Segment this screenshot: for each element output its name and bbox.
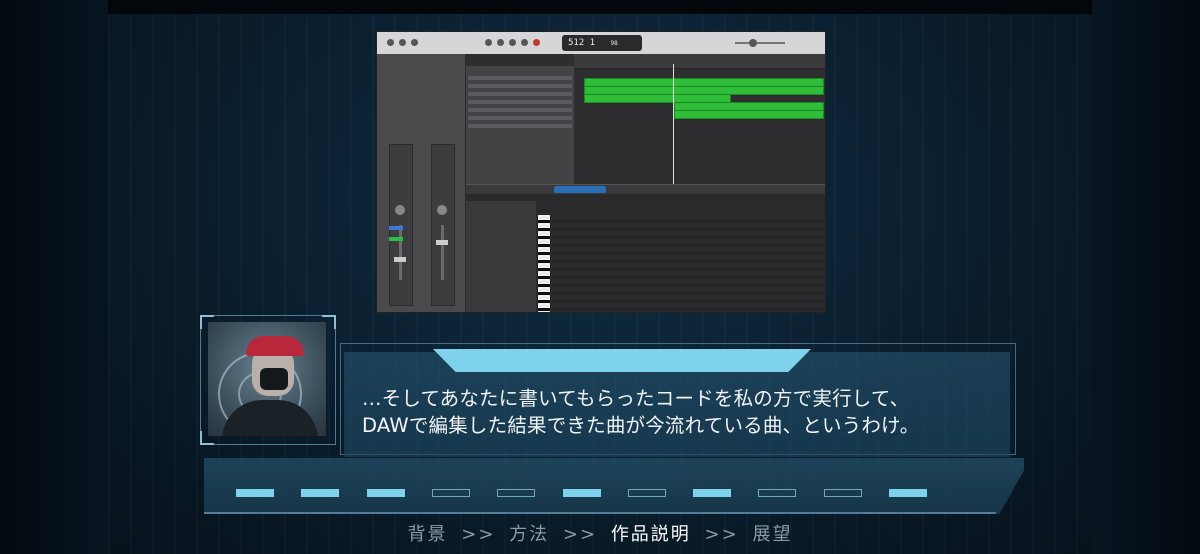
section-breadcrumb: 背景 >> 方法 >> 作品説明 >> 展望 [0, 520, 1200, 546]
master-volume-slider [735, 42, 785, 44]
dialogue-accent-bar [433, 349, 811, 372]
progress-indicator [823, 489, 862, 497]
progress-indicator [366, 489, 405, 497]
stop-icon [509, 39, 516, 46]
forward-icon [497, 39, 504, 46]
right-dark-margin [1092, 0, 1200, 554]
red-cap [246, 336, 304, 356]
dialogue-base-line [204, 512, 996, 514]
progress-indicator [758, 489, 797, 497]
left-dark-margin [0, 0, 108, 554]
progress-indicator [627, 489, 666, 497]
step-separator: >> [562, 524, 598, 545]
dialogue-line-1: …そしてあなたに書いてもらったコードを私の方で実行して、 [362, 387, 910, 410]
channel-strip [431, 144, 455, 306]
face-mask [260, 368, 288, 390]
step-work-description: 作品説明 [610, 524, 691, 545]
top-band [108, 0, 1092, 14]
progress-indicator [562, 489, 601, 497]
progress-indicator [693, 489, 732, 497]
daw-screenshot: 512 1 98 Cmaj [376, 31, 826, 313]
progress-indicator [236, 489, 274, 497]
daw-control-bar: 512 1 98 Cmaj [377, 32, 825, 64]
progress-indicator [889, 489, 927, 497]
daw-ruler [574, 54, 825, 69]
dialogue-base [204, 458, 1024, 514]
editor-tabs [466, 185, 825, 194]
step-outlook: 展望 [752, 524, 793, 545]
daw-tool-icon [411, 39, 418, 46]
step-background: 背景 [407, 524, 448, 545]
step-separator: >> [461, 524, 496, 545]
midi-region [674, 110, 824, 119]
playhead [673, 64, 674, 184]
rewind-icon [485, 39, 492, 46]
daw-track-headers [466, 66, 574, 184]
tempo-display: 98 [610, 40, 618, 47]
tab-piano-roll [554, 186, 606, 193]
daw-inspector [377, 54, 466, 312]
step-method: 方法 [509, 524, 550, 545]
record-icon [533, 39, 540, 46]
daw-tool-icon [387, 39, 394, 46]
progress-indicator [301, 489, 340, 497]
note-grid [552, 215, 825, 312]
dialogue-line-2: DAWで編集した結果できた曲が今流れている曲、というわけ。 [362, 414, 920, 437]
channel-strip [389, 144, 413, 306]
progress-indicator [431, 489, 470, 497]
master-volume-knob [749, 39, 757, 47]
daw-tool-icon [399, 39, 406, 46]
daw-track-area [466, 54, 825, 184]
piano-roll-editor [466, 184, 825, 312]
position-display: 512 1 [568, 38, 596, 48]
play-icon [521, 39, 528, 46]
editor-inspector [466, 201, 536, 312]
piano-keys [538, 215, 550, 312]
dialogue-text: …そしてあなたに書いてもらったコードを私の方で実行して、 DAWで編集した結果で… [362, 385, 1002, 439]
speaker-avatar [208, 322, 326, 436]
progress-indicator [497, 489, 536, 497]
step-separator: >> [704, 524, 739, 545]
daw-lcd: 512 1 98 Cmaj [562, 35, 642, 64]
